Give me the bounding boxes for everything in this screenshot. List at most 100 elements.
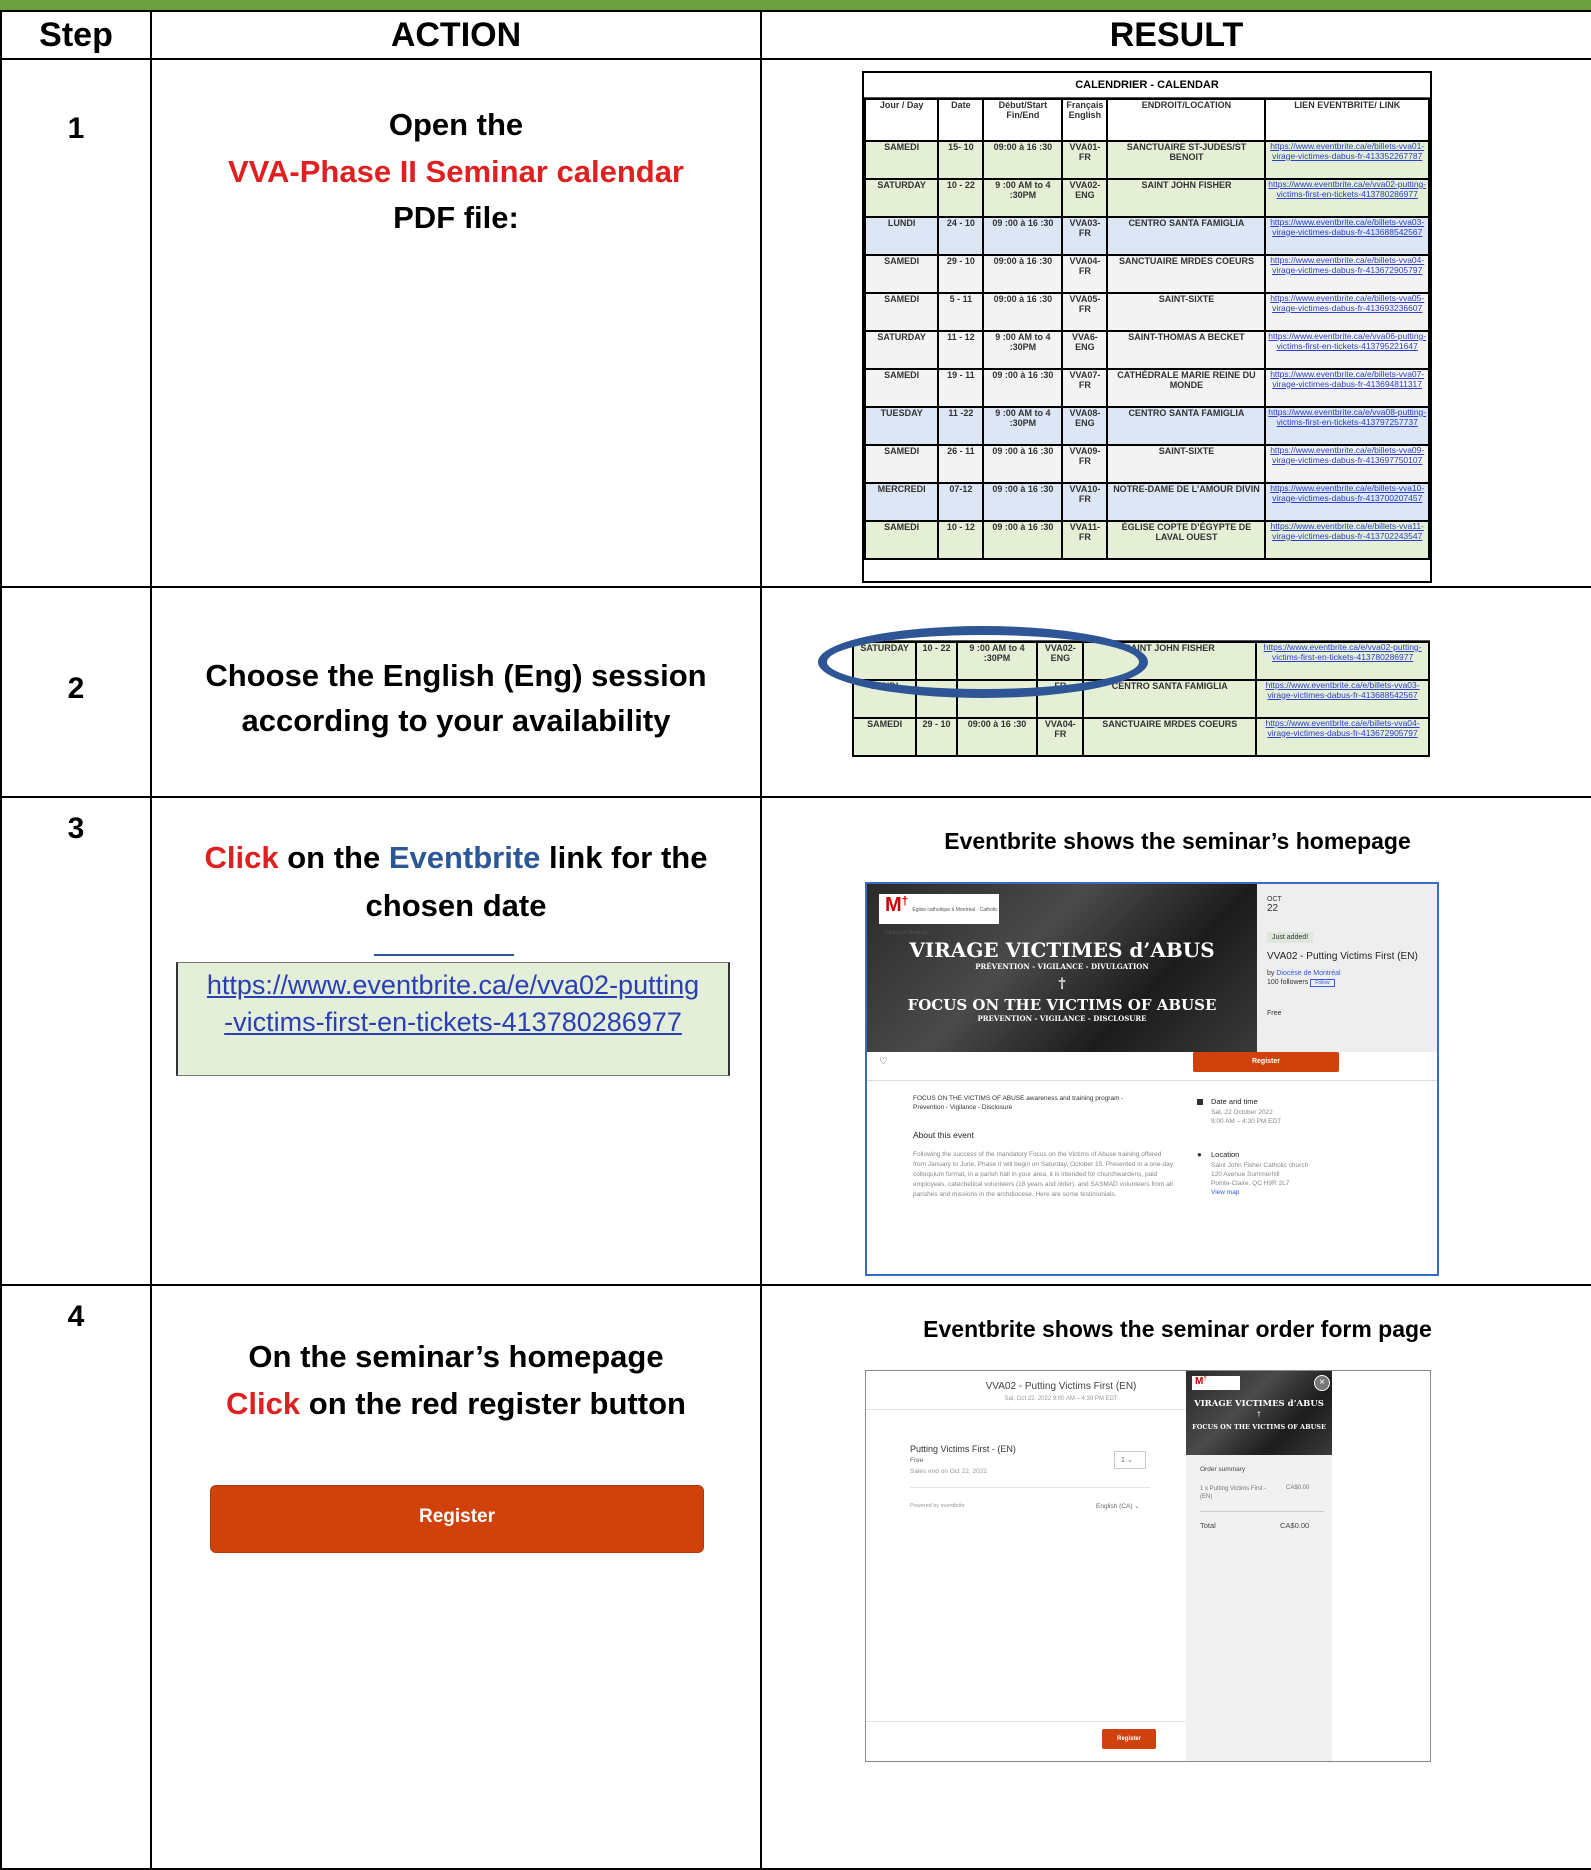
eventbrite-link-cell[interactable]: https://www.eventbrite.ca/e/billets-vva0… bbox=[1264, 292, 1430, 332]
calendar-cell-date: 11 - 12 bbox=[937, 330, 985, 370]
calendar-row: SATURDAY 11 - 12 9 :00 AM to 4 :30PM VVA6- … bbox=[864, 330, 1430, 370]
calendar-cell-loc: ÉGLISE COPTE D’ÉGYPTE DE LAVAL OUEST bbox=[1106, 520, 1267, 560]
follow-button[interactable]: Follow bbox=[1310, 979, 1335, 987]
calendar-row: SAMEDI 29 - 10 09:00 à 16 :30 VVA04- FR SANC… bbox=[851, 717, 1430, 757]
step-row-4: 4 On the seminar’s homepage Click on the… bbox=[0, 1284, 1591, 1870]
eventbrite-link-cell[interactable]: https://www.eventbrite.ca/e/billets-vva0… bbox=[1264, 444, 1430, 484]
calendar-cell-loc: CENTRO SANTA FAMIGLIA bbox=[1106, 216, 1267, 256]
calendar-column-header: Français English bbox=[1061, 98, 1109, 142]
calendar-icon bbox=[1197, 1099, 1203, 1105]
eventbrite-link-cell[interactable]: https://www.eventbrite.ca/e/billets-vva0… bbox=[1264, 216, 1430, 256]
calendar-cell-code: VVA10- FR bbox=[1061, 482, 1109, 522]
step-cell: 2 bbox=[0, 586, 152, 798]
calendar-cell-time: 09:00 à 16 :30 bbox=[982, 254, 1064, 294]
cross-icon: † bbox=[1257, 1411, 1261, 1418]
result-cell: Eventbrite shows the seminar order form … bbox=[760, 1284, 1591, 1870]
calendar-cell-time: 09 :00 à 16 :30 bbox=[982, 368, 1064, 408]
calendar-cell-code: VVA05- FR bbox=[1061, 292, 1109, 332]
order-register-button[interactable]: Register bbox=[1102, 1729, 1156, 1749]
eventbrite-link-cell[interactable]: https://www.eventbrite.ca/e/vva08-puttin… bbox=[1264, 406, 1430, 446]
action-text: Open the bbox=[388, 107, 524, 142]
eventbrite-link-cell[interactable]: https://www.eventbrite.ca/e/billets-vva1… bbox=[1264, 520, 1430, 560]
calendar-row: SAMEDI 15- 10 09:00 à 16 :30 VVA01- FR SANCT… bbox=[864, 140, 1430, 180]
action-text: link for the bbox=[540, 840, 708, 875]
register-button[interactable]: Register bbox=[1193, 1052, 1339, 1072]
heart-icon[interactable]: ♡ bbox=[879, 1056, 888, 1067]
location-pin-icon: ● bbox=[1197, 1150, 1202, 1159]
ticket-price: Free bbox=[910, 1457, 924, 1464]
calendar-row: SAMEDI 19 - 11 09 :00 à 16 :30 VVA07- FR CAT… bbox=[864, 368, 1430, 408]
calendar-cell-time: 09 :00 à 16 :30 bbox=[982, 482, 1064, 522]
calendar-link-text[interactable]: VVA-Phase II Seminar calendar bbox=[152, 149, 760, 196]
ticket-name: Putting Victims First - (EN) bbox=[910, 1444, 1016, 1454]
order-summary-title: Order summary bbox=[1200, 1466, 1246, 1473]
hero-fr-subtitle: PRÉVENTION - VIGILANCE - DIVULGATION bbox=[975, 962, 1149, 971]
calendar-cell-code: VVA6- ENG bbox=[1061, 330, 1109, 370]
calendar-cell-day: SATURDAY bbox=[864, 178, 940, 218]
logo: M†Église catholique à Montréal · Catholi… bbox=[879, 894, 999, 936]
eventbrite-link-cell[interactable]: https://www.eventbrite.ca/e/billets-vva0… bbox=[1255, 717, 1430, 757]
calendar-cell-time: 09:00 à 16 :30 bbox=[955, 717, 1039, 757]
instructions-table: Step ACTION RESULT 1 Open the VVA-Phase … bbox=[0, 10, 1591, 1870]
by-label: by bbox=[1267, 970, 1277, 977]
register-button-large[interactable]: Register bbox=[210, 1485, 704, 1553]
view-map-link[interactable]: View map bbox=[1211, 1189, 1239, 1196]
calendar-cell-day: MERCREDI bbox=[864, 482, 940, 522]
eventbrite-link-cell[interactable]: https://www.eventbrite.ca/e/vva02-puttin… bbox=[1255, 641, 1430, 681]
eventbrite-link[interactable]: https://www.eventbrite.ca/e/vva02-puttin… bbox=[203, 967, 703, 1042]
summary-line-price: CA$0.00 bbox=[1286, 1485, 1310, 1491]
date-line: Sat, 22 October 2022 bbox=[1211, 1109, 1273, 1116]
calendar-cell-date: 10 - 22 bbox=[937, 178, 985, 218]
action-cell: Open the VVA-Phase II Seminar calendar P… bbox=[150, 58, 762, 588]
calendar-row: TUESDAY 11 -22 9 :00 AM to 4 :30PM VVA08- E… bbox=[864, 406, 1430, 446]
eventbrite-link-cell[interactable]: https://www.eventbrite.ca/e/billets-vva1… bbox=[1264, 482, 1430, 522]
calendar-cell-code: VVA04- FR bbox=[1036, 717, 1085, 757]
header-step: Step bbox=[0, 10, 152, 60]
eventbrite-link-cell[interactable]: https://www.eventbrite.ca/e/vva06-puttin… bbox=[1264, 330, 1430, 370]
result-cell: SATURDAY 10 - 22 9 :00 AM to 4 :30PM VVA02-… bbox=[760, 586, 1591, 798]
calendar-cell-time: 9 :00 AM to 4 :30PM bbox=[982, 406, 1064, 446]
calendar-cell-day: SAMEDI bbox=[864, 292, 940, 332]
event-name: VVA02 - Putting Victims First (EN) bbox=[1267, 951, 1418, 962]
eventbrite-link-cell[interactable]: https://www.eventbrite.ca/e/billets-vva0… bbox=[1264, 140, 1430, 180]
calendar-row: LUNDI 24 - 10 09 :00 à 16 :30 VVA03- FR CENT… bbox=[864, 216, 1430, 256]
event-price: Free bbox=[1267, 1010, 1282, 1017]
calendar-cell-time: 09 :00 à 16 :30 bbox=[982, 216, 1064, 256]
event-month: OCT bbox=[1267, 896, 1282, 903]
calendar-cell-day: SATURDAY bbox=[864, 330, 940, 370]
action-text: chosen date bbox=[365, 888, 547, 924]
step-row-2: 2 Choose the English (Eng) session accor… bbox=[0, 586, 1591, 798]
calendar-column-header: Début/Start Fin/End bbox=[982, 98, 1064, 142]
about-title: About this event bbox=[913, 1130, 974, 1140]
eventbrite-link-cell[interactable]: https://www.eventbrite.ca/e/vva02-puttin… bbox=[1264, 178, 1430, 218]
event-hero: M†Église catholique à Montréal · Catholi… bbox=[867, 884, 1257, 1052]
about-text: Following the success of the mandatory F… bbox=[913, 1151, 1174, 1199]
calendar-cell-loc: SANCTUAIRE MRDES COEURS bbox=[1106, 254, 1267, 294]
calendar-cell-loc: SAINT-SIXTE bbox=[1106, 292, 1267, 332]
organizer-link[interactable]: Diocèse de Montréal bbox=[1276, 970, 1340, 977]
location-title: Location bbox=[1211, 1150, 1240, 1159]
calendar-cell-date: 15- 10 bbox=[937, 140, 985, 180]
calendar-column-header: ENDROIT/LOCATION bbox=[1106, 98, 1267, 142]
eventbrite-link-cell[interactable]: https://www.eventbrite.ca/e/billets-vva0… bbox=[1255, 679, 1430, 719]
just-added-badge: Just added! bbox=[1267, 932, 1314, 943]
eventbrite-link-box: https://www.eventbrite.ca/e/vva02-puttin… bbox=[176, 962, 730, 1077]
calendar-column-header: Jour / Day bbox=[864, 98, 940, 142]
action-text: on the red register button bbox=[300, 1385, 686, 1421]
sales-end: Sales end on Oct 22, 2022 bbox=[910, 1468, 987, 1475]
eventbrite-link-cell[interactable]: https://www.eventbrite.ca/e/billets-vva0… bbox=[1264, 368, 1430, 408]
calendar-row: SATURDAY 10 - 22 9 :00 AM to 4 :30PM VVA02-… bbox=[864, 178, 1430, 218]
calendar-cell-code: VVA09- FR bbox=[1061, 444, 1109, 484]
header-result: RESULT bbox=[760, 10, 1591, 60]
calendar-cell-code: VVA01- FR bbox=[1061, 140, 1109, 180]
calendar-cell-date: 11 -22 bbox=[937, 406, 985, 446]
powered-by: Powered by eventbrite bbox=[910, 1503, 965, 1509]
eventbrite-link-cell[interactable]: https://www.eventbrite.ca/e/billets-vva0… bbox=[1264, 254, 1430, 294]
close-icon[interactable]: × bbox=[1314, 1375, 1330, 1391]
quantity-select[interactable]: 1 ⌄ bbox=[1114, 1451, 1146, 1469]
calendar-cell-code: VVA03- FR bbox=[1061, 216, 1109, 256]
step-number: 4 bbox=[67, 1300, 85, 1333]
language-select[interactable]: English (CA) ⌄ bbox=[1096, 1502, 1140, 1510]
divider bbox=[1200, 1511, 1324, 1512]
calendar-cell-loc: SAINT-SIXTE bbox=[1106, 444, 1267, 484]
